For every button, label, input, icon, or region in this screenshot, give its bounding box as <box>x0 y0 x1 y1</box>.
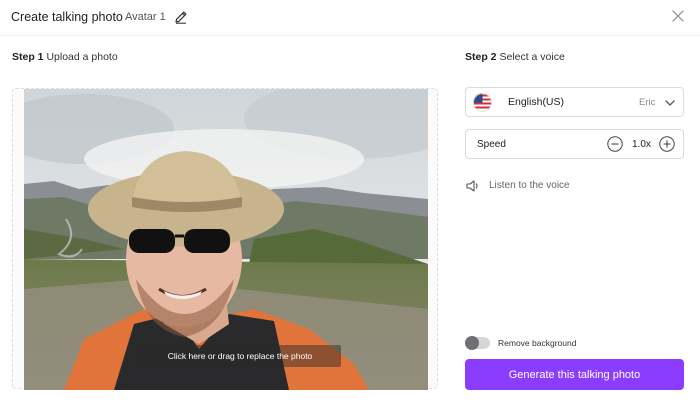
voice-select[interactable]: English(US) Eric <box>465 87 684 117</box>
dialog-title: Create talking photo - <box>11 10 131 24</box>
create-talking-photo-dialog: Create talking photo - Avatar 1 Step 1 U… <box>0 0 700 403</box>
speed-value: 1.0x <box>632 139 651 150</box>
voice-language: English(US) <box>508 96 565 108</box>
step-1-label: Upload a photo <box>46 51 118 63</box>
photo-upload-area[interactable]: Click here or drag to replace the photo <box>12 88 438 390</box>
speed-increase-button[interactable] <box>659 136 675 152</box>
step-1-heading: Step 1 Upload a photo <box>12 51 118 63</box>
replace-photo-hint[interactable]: Click here or drag to replace the photo <box>139 345 341 367</box>
pencil-icon[interactable] <box>173 9 189 25</box>
generate-talking-photo-button[interactable]: Generate this talking photo <box>465 359 684 390</box>
step-2-heading: Step 2 Select a voice <box>465 51 565 63</box>
speed-control: Speed 1.0x <box>465 129 684 159</box>
speaker-icon <box>466 180 478 192</box>
close-icon[interactable] <box>671 9 685 23</box>
speed-decrease-button[interactable] <box>607 136 623 152</box>
step-1-number: Step 1 <box>12 51 44 63</box>
voice-name: Eric <box>639 97 656 108</box>
remove-background-toggle[interactable] <box>465 336 490 350</box>
us-flag-icon <box>473 93 492 112</box>
dialog-header: Create talking photo - Avatar 1 <box>0 0 700 36</box>
step-2-label: Select a voice <box>499 51 565 63</box>
listen-to-voice-label: Listen to the voice <box>489 180 570 191</box>
remove-background-label: Remove background <box>498 338 577 348</box>
toggle-knob <box>465 336 479 350</box>
avatar-name: Avatar 1 <box>125 11 166 23</box>
step-2-number: Step 2 <box>465 51 497 63</box>
chevron-down-icon <box>665 100 675 106</box>
speed-label: Speed <box>477 139 506 150</box>
